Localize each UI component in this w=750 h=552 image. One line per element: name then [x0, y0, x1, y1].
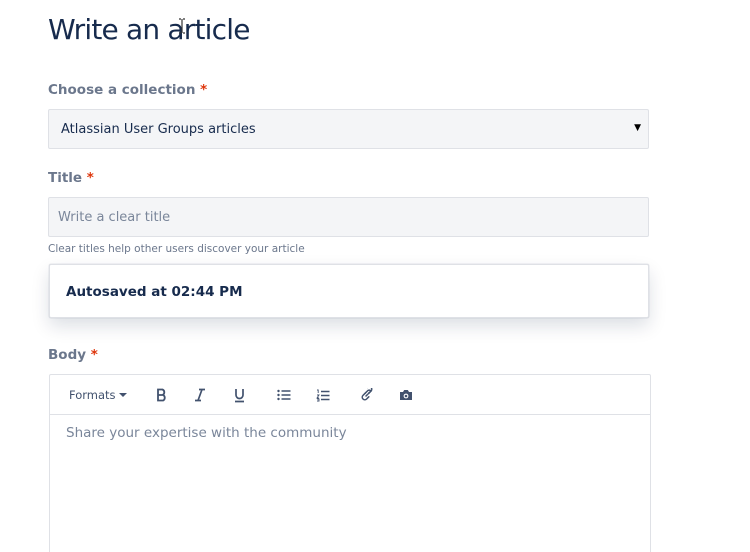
formats-dropdown[interactable]: Formats [69, 385, 127, 405]
title-help-text: Clear titles help other users discover y… [48, 243, 305, 255]
italic-button[interactable] [191, 385, 209, 405]
numbered-list-icon [316, 389, 330, 401]
page-title: Write an article [48, 13, 250, 46]
body-label: Body * [48, 347, 98, 363]
link-button[interactable] [358, 385, 376, 405]
bold-icon [157, 388, 166, 402]
title-input[interactable]: Write a clear title [48, 197, 649, 237]
bullet-list-icon [277, 389, 291, 401]
editor-toolbar: Formats [50, 375, 650, 415]
required-mark: * [200, 82, 208, 98]
image-button[interactable] [397, 385, 415, 405]
autosave-message: Autosaved at 02:44 PM [66, 284, 243, 300]
camera-icon [400, 390, 412, 400]
dropdown-arrow-icon: ▼ [634, 123, 641, 133]
numbered-list-button[interactable] [314, 385, 332, 405]
italic-icon [195, 388, 205, 402]
body-editor[interactable]: Formats Share your expertise with the co… [49, 374, 651, 552]
autosave-notification: Autosaved at 02:44 PM [49, 264, 649, 318]
bullet-list-button[interactable] [275, 385, 293, 405]
title-label: Title * [48, 170, 94, 186]
required-mark: * [86, 170, 94, 186]
required-mark: * [90, 347, 98, 363]
title-placeholder: Write a clear title [58, 210, 171, 225]
link-icon [361, 388, 373, 401]
collection-select[interactable]: Atlassian User Groups articles ▼ [48, 109, 649, 149]
chevron-down-icon [118, 393, 127, 397]
collection-selected-value: Atlassian User Groups articles [61, 122, 256, 137]
underline-button[interactable] [230, 385, 248, 405]
body-placeholder: Share your expertise with the community [66, 425, 347, 441]
underline-icon [234, 388, 244, 402]
collection-label: Choose a collection * [48, 82, 208, 98]
bold-button[interactable] [153, 385, 171, 405]
text-cursor-icon [179, 18, 185, 34]
